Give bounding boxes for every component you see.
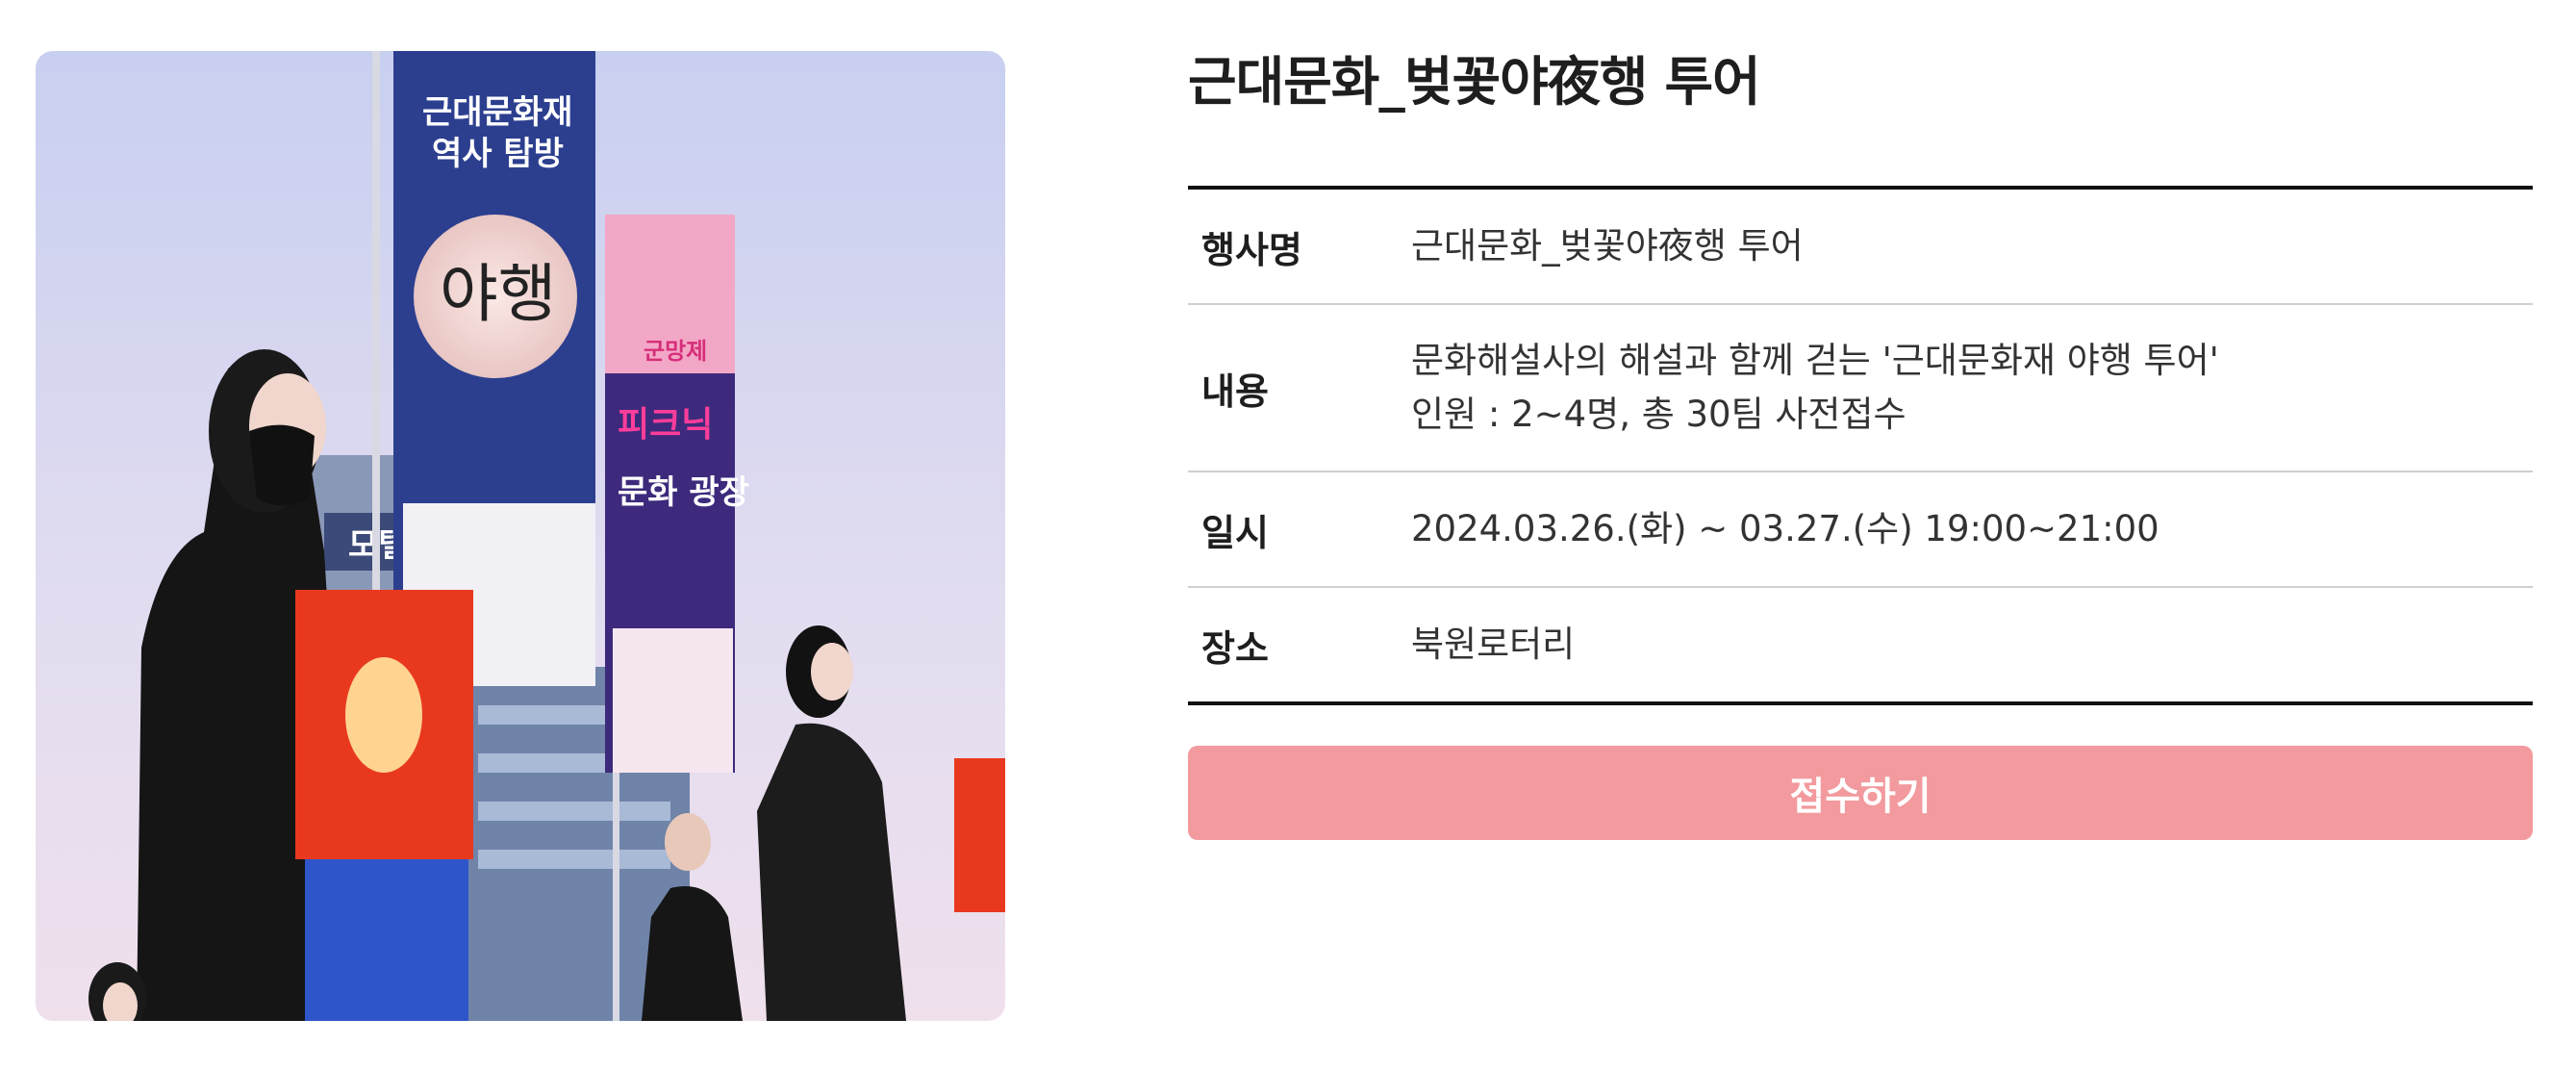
banner-picnic-text: 피크닉	[618, 405, 713, 445]
detail-value: 근대문화_벚꽃야夜행 투어	[1411, 219, 2533, 273]
detail-row-name: 행사명 근대문화_벚꽃야夜행 투어	[1188, 190, 2533, 305]
detail-label: 행사명	[1201, 228, 1302, 271]
event-photo-illustration: 모텔 근대문화재 역사 탐방 야행 군망제 피크닉 문화 광장	[36, 51, 1005, 1021]
detail-value-line: 문화해설사의 해설과 함께 걷는 '근대문화재 야행 투어'	[1411, 340, 2219, 381]
apply-button[interactable]: 접수하기	[1188, 746, 2533, 840]
detail-value-line: 2024.03.26.(화) ~ 03.27.(수) 19:00~21:00	[1411, 508, 2159, 549]
detail-value: 2024.03.26.(화) ~ 03.27.(수) 19:00~21:00	[1411, 502, 2533, 556]
event-info: 근대문화_벚꽃야夜행 투어 행사명 근대문화_벚꽃야夜행 투어 내용 문화해설사…	[1188, 38, 2533, 840]
banner-calligraphy: 야행	[440, 257, 556, 331]
detail-value: 북원로터리	[1411, 618, 2533, 672]
detail-value-line: 인원 : 2~4명, 총 30팀 사전접수	[1411, 394, 1907, 435]
detail-row-location: 장소 북원로터리	[1188, 588, 2533, 701]
event-title: 근대문화_벚꽃야夜행 투어	[1188, 51, 1761, 113]
detail-value-line: 북원로터리	[1411, 624, 1576, 665]
detail-value-line: 근대문화_벚꽃야夜행 투어	[1411, 225, 1804, 267]
banner-tour-text: 역사 탐방	[432, 135, 564, 173]
banner-festival-text: 군망제	[644, 338, 707, 365]
event-details-table: 행사명 근대문화_벚꽃야夜행 투어 내용 문화해설사의 해설과 함께 걷는 '근…	[1188, 186, 2533, 705]
event-photo: 모텔 근대문화재 역사 탐방 야행 군망제 피크닉 문화 광장	[36, 51, 1005, 1021]
detail-label: 일시	[1201, 511, 1269, 554]
detail-label: 내용	[1201, 369, 1269, 413]
detail-row-content: 내용 문화해설사의 해설과 함께 걷는 '근대문화재 야행 투어' 인원 : 2…	[1188, 305, 2533, 472]
detail-label: 장소	[1201, 626, 1269, 670]
banner-plaza-text: 문화 광장	[618, 473, 749, 512]
banner-heritage-text: 근대문화재	[422, 93, 572, 132]
detail-value: 문화해설사의 해설과 함께 걷는 '근대문화재 야행 투어' 인원 : 2~4명…	[1411, 334, 2533, 442]
detail-row-datetime: 일시 2024.03.26.(화) ~ 03.27.(수) 19:00~21:0…	[1188, 472, 2533, 588]
